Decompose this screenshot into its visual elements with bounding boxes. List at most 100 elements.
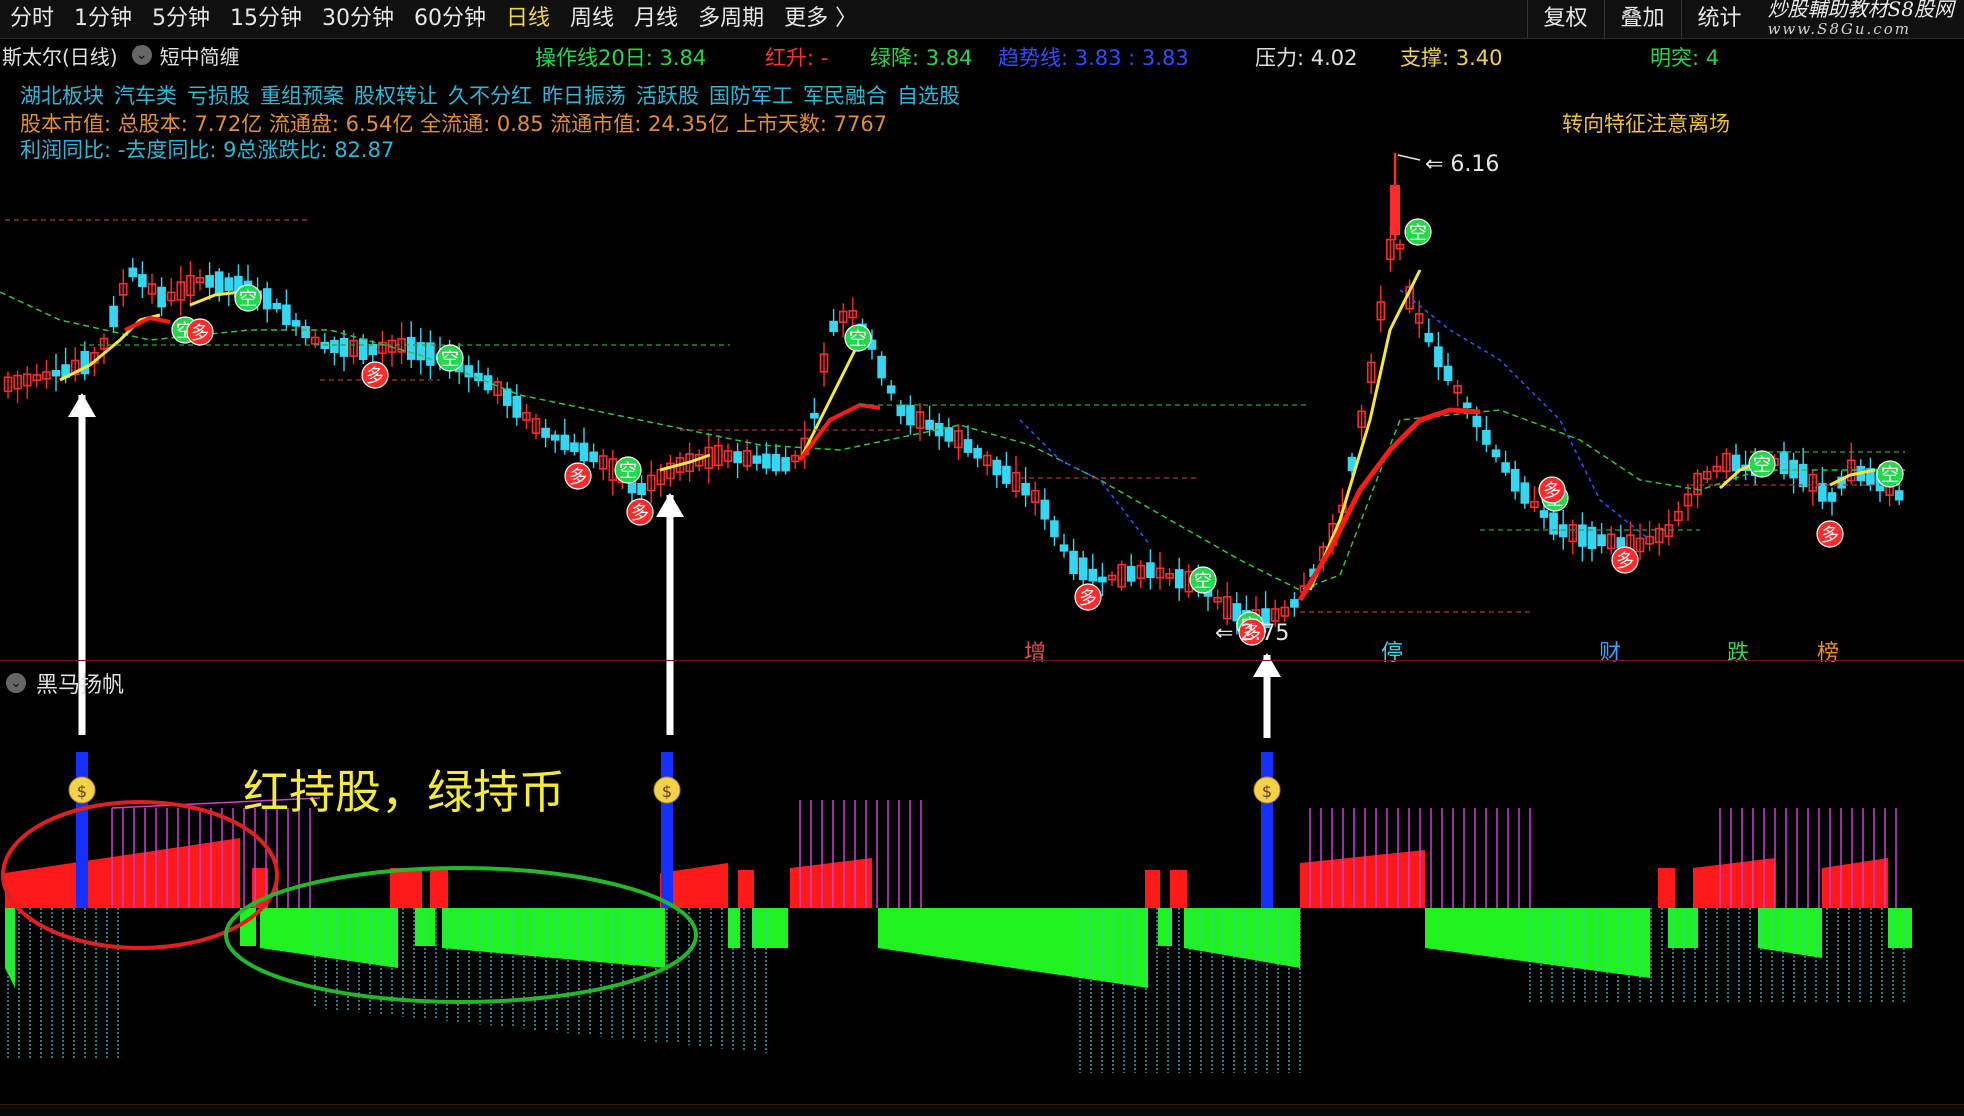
red-histogram [1145, 870, 1160, 908]
candle-body [877, 355, 886, 379]
kline-chart[interactable]: 空空空空空空空空空空空多多多多多多多多多⇐ 6.16⇐ 2.75增停财跌榜$$$ [0, 0, 1964, 1115]
panel-divider [0, 660, 1964, 661]
candle-body [829, 320, 838, 332]
green-histogram [1758, 908, 1822, 958]
signal-bar [76, 752, 88, 908]
candle-body [109, 305, 118, 328]
candle-body [224, 277, 234, 291]
event-marker: 增 [1024, 641, 1046, 666]
candle-body [1146, 562, 1155, 578]
arrow-icon [1253, 653, 1281, 677]
candle-body [1587, 526, 1597, 550]
candle-body [1731, 454, 1741, 472]
red-histogram [430, 868, 448, 908]
candle-body [1789, 459, 1798, 479]
ma-yellow-line [798, 339, 862, 461]
candle-body [733, 451, 742, 464]
candle-body [1472, 415, 1482, 427]
candle-body [339, 337, 349, 357]
candle-body [502, 388, 512, 406]
signal-bar [661, 752, 673, 908]
ma-red-line [124, 315, 171, 332]
green-histogram [442, 908, 665, 968]
candle-body [51, 369, 61, 377]
event-marker: 财 [1599, 641, 1621, 666]
signal-label: 空 [1881, 465, 1899, 486]
candle-body [579, 442, 589, 462]
candle-body [886, 385, 896, 394]
signal-label: 空 [1409, 223, 1427, 244]
candle-body [541, 427, 550, 438]
candle-body [358, 338, 368, 361]
green-histogram [5, 908, 15, 988]
candle-body [1174, 569, 1184, 589]
candle-body [1424, 332, 1434, 343]
candle-body [963, 439, 973, 453]
candle-body [781, 457, 790, 472]
signal-label: 多 [1616, 551, 1634, 572]
candle-body [1098, 576, 1107, 583]
candle-body [906, 405, 915, 426]
signal-bar [1261, 752, 1273, 908]
candle-body [1021, 482, 1030, 496]
candle-body [1894, 490, 1904, 501]
candle-body [138, 274, 147, 288]
event-marker: 跌 [1727, 641, 1749, 666]
event-marker: 榜 [1817, 641, 1839, 666]
green-histogram [1425, 908, 1650, 978]
candle-body [762, 453, 771, 469]
green-histogram [878, 908, 1148, 988]
lower-panel-title[interactable]: ⌄ 黑马扬帆 [6, 667, 124, 699]
candle-body [550, 434, 560, 441]
candle-body [1539, 510, 1549, 518]
candle-high-body [1390, 185, 1400, 235]
candle-body [1088, 568, 1098, 582]
candle-body [1501, 462, 1510, 473]
candle-body [944, 427, 954, 442]
candle-body [291, 320, 301, 327]
annotation-text: 红持股，绿持币 [243, 765, 565, 819]
candle-body [1798, 463, 1808, 488]
candle-body [330, 339, 339, 353]
candle-body [262, 288, 272, 310]
chevron-down-icon[interactable]: ⌄ [6, 673, 26, 693]
candle-body [128, 267, 138, 278]
candle-body [426, 342, 435, 366]
candle-body [992, 459, 1002, 476]
candle-body [1520, 482, 1530, 504]
candle-body [1078, 557, 1088, 581]
candle-body [1040, 499, 1050, 520]
high-price-pointer [1397, 154, 1421, 161]
red-histogram [1658, 868, 1675, 908]
candle-body [1059, 544, 1069, 552]
candle-body [771, 453, 781, 472]
candle-body [973, 447, 982, 459]
candle-body [272, 302, 282, 310]
event-marker: 停 [1381, 641, 1403, 666]
money-bag-symbol: $ [662, 782, 672, 801]
candle-body [1002, 465, 1011, 484]
low-price-label: ⇐ 2.75 [1215, 621, 1289, 646]
candle-body [205, 275, 214, 288]
signal-label: 多 [631, 503, 649, 524]
candle-body [752, 455, 762, 464]
money-bag-symbol: $ [1262, 782, 1272, 801]
high-price-label: ⇐ 6.16 [1425, 152, 1499, 177]
signal-label: 多 [569, 467, 587, 488]
candle-body [1818, 483, 1827, 502]
candle-body [282, 304, 291, 326]
candle-body [1126, 565, 1136, 582]
green-histogram [752, 908, 788, 948]
candle-body [1434, 346, 1443, 368]
trend-line [1019, 419, 1151, 546]
candle-body [1549, 512, 1558, 535]
signal-label: 空 [1753, 455, 1771, 476]
green-histogram [260, 908, 398, 968]
ma-yellow-line [189, 290, 241, 307]
candle-body [1578, 524, 1587, 547]
signal-label: 空 [619, 461, 637, 482]
candle-body [896, 404, 906, 417]
time-axis-bar [0, 1104, 1964, 1116]
candle-body [925, 419, 934, 430]
signal-label: 多 [366, 366, 384, 387]
